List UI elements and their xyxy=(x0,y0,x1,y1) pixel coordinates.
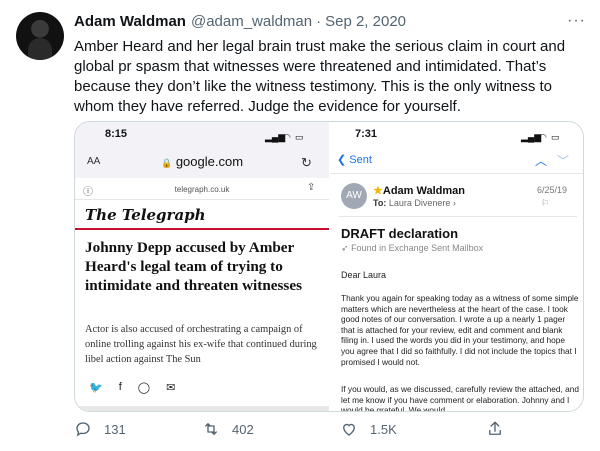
found-in-text: Found in Exchange Sent Mailbox xyxy=(351,243,484,253)
flag-icon: ⚐ xyxy=(541,198,550,208)
avatar[interactable] xyxy=(16,12,64,60)
reply-icon xyxy=(76,422,90,437)
tweet-text: Amber Heard and her legal brain trust ma… xyxy=(74,38,566,115)
article-headline: Johnny Depp accused by Amber Heard's leg… xyxy=(85,239,302,294)
found-in-mailbox: ➶ Found in Exchange Sent Mailbox xyxy=(341,243,483,254)
email-icon: ✉ xyxy=(166,382,176,394)
email-date: 6/25/19 xyxy=(537,185,568,195)
whatsapp-icon: ◯ xyxy=(137,382,151,394)
wifi-icon: ◠ xyxy=(539,132,547,142)
chevron-down-icon: ﹀ xyxy=(557,154,570,168)
star-icon: ★ xyxy=(373,185,383,197)
back-to-sent: ❮ Sent xyxy=(337,153,372,166)
recipient-name: Laura Divenere xyxy=(388,198,451,208)
share-icon: ⇪ xyxy=(307,182,316,193)
header-divider xyxy=(339,216,577,217)
chevron-left-icon: ❮ xyxy=(337,154,347,166)
sender-line: ★Adam Waldman xyxy=(373,184,465,197)
twitter-icon: 🐦 xyxy=(89,382,103,394)
retweet-button[interactable]: 402 xyxy=(202,420,254,438)
tweet-actions: 131 402 1.5K xyxy=(74,420,584,442)
tweet-header: Adam Waldman @adam_waldman · Sep 2, 2020 xyxy=(74,13,574,30)
url-display: 🔒 google.com xyxy=(75,154,329,169)
retweet-count: 402 xyxy=(232,421,254,437)
email-screenshot: 7:31 ▂▄▆ ◠ ▭ ❮ Sent ︿ ﹀ AW ★Adam Waldman… xyxy=(331,122,583,412)
share-icon xyxy=(489,421,501,435)
facebook-icon: f xyxy=(118,381,122,393)
reload-icon: ↻ xyxy=(301,155,312,170)
to-label: To: xyxy=(373,198,387,208)
tweet-media[interactable]: 8:15 ▂▄▆ ◠ ▭ AA 🔒 google.com ↻ ⓘ telegra… xyxy=(74,121,584,412)
telegraph-logo: The Telegraph xyxy=(85,206,206,224)
email-greeting: Dear Laura xyxy=(341,270,387,280)
red-rule xyxy=(75,228,329,230)
chevron-up-icon: ︿ xyxy=(535,154,548,168)
battery-icon: ▭ xyxy=(295,132,304,142)
author-handle[interactable]: @adam_waldman xyxy=(191,13,312,30)
email-body-paragraph-1: Thank you again for speaking today as a … xyxy=(341,293,579,367)
back-label: Sent xyxy=(349,154,372,166)
more-options-icon[interactable]: ··· xyxy=(567,12,586,30)
heart-icon xyxy=(343,423,355,436)
tweet: Adam Waldman @adam_waldman · Sep 2, 2020… xyxy=(0,0,600,451)
reply-button[interactable]: 131 xyxy=(74,420,126,438)
battery-icon: ▭ xyxy=(551,132,560,142)
email-subject: DRAFT declaration xyxy=(341,226,459,241)
email-body-paragraph-2: If you would, as we discussed, carefully… xyxy=(341,384,579,412)
tweet-date[interactable]: Sep 2, 2020 xyxy=(325,13,406,30)
page-divider xyxy=(75,406,329,411)
status-time: 7:31 xyxy=(355,128,378,140)
author-name[interactable]: Adam Waldman xyxy=(74,13,186,30)
article-lede: Actor is also accused of orchestrating a… xyxy=(85,324,317,365)
telegraph-screenshot: 8:15 ▂▄▆ ◠ ▭ AA 🔒 google.com ↻ ⓘ telegra… xyxy=(75,122,329,411)
separator: · xyxy=(316,13,322,30)
wifi-icon: ◠ xyxy=(283,132,291,142)
retweet-icon xyxy=(205,423,217,435)
recipient-line: To: Laura Divenere › xyxy=(373,198,456,208)
reply-count: 131 xyxy=(104,421,126,437)
chevron-right-icon: › xyxy=(452,198,456,208)
sender-avatar: AW xyxy=(341,183,367,209)
share-button[interactable] xyxy=(486,420,516,438)
like-button[interactable]: 1.5K xyxy=(340,420,397,438)
arrow-icon: ➶ xyxy=(341,243,349,253)
share-row: 🐦 f ◯ ✉ xyxy=(89,381,175,394)
like-count: 1.5K xyxy=(370,421,397,437)
status-time: 8:15 xyxy=(105,128,128,140)
sub-url: telegraph.co.uk xyxy=(174,185,230,194)
url-text: google.com xyxy=(175,154,244,169)
sender-name: Adam Waldman xyxy=(382,185,465,197)
lock-icon: 🔒 xyxy=(160,158,173,168)
